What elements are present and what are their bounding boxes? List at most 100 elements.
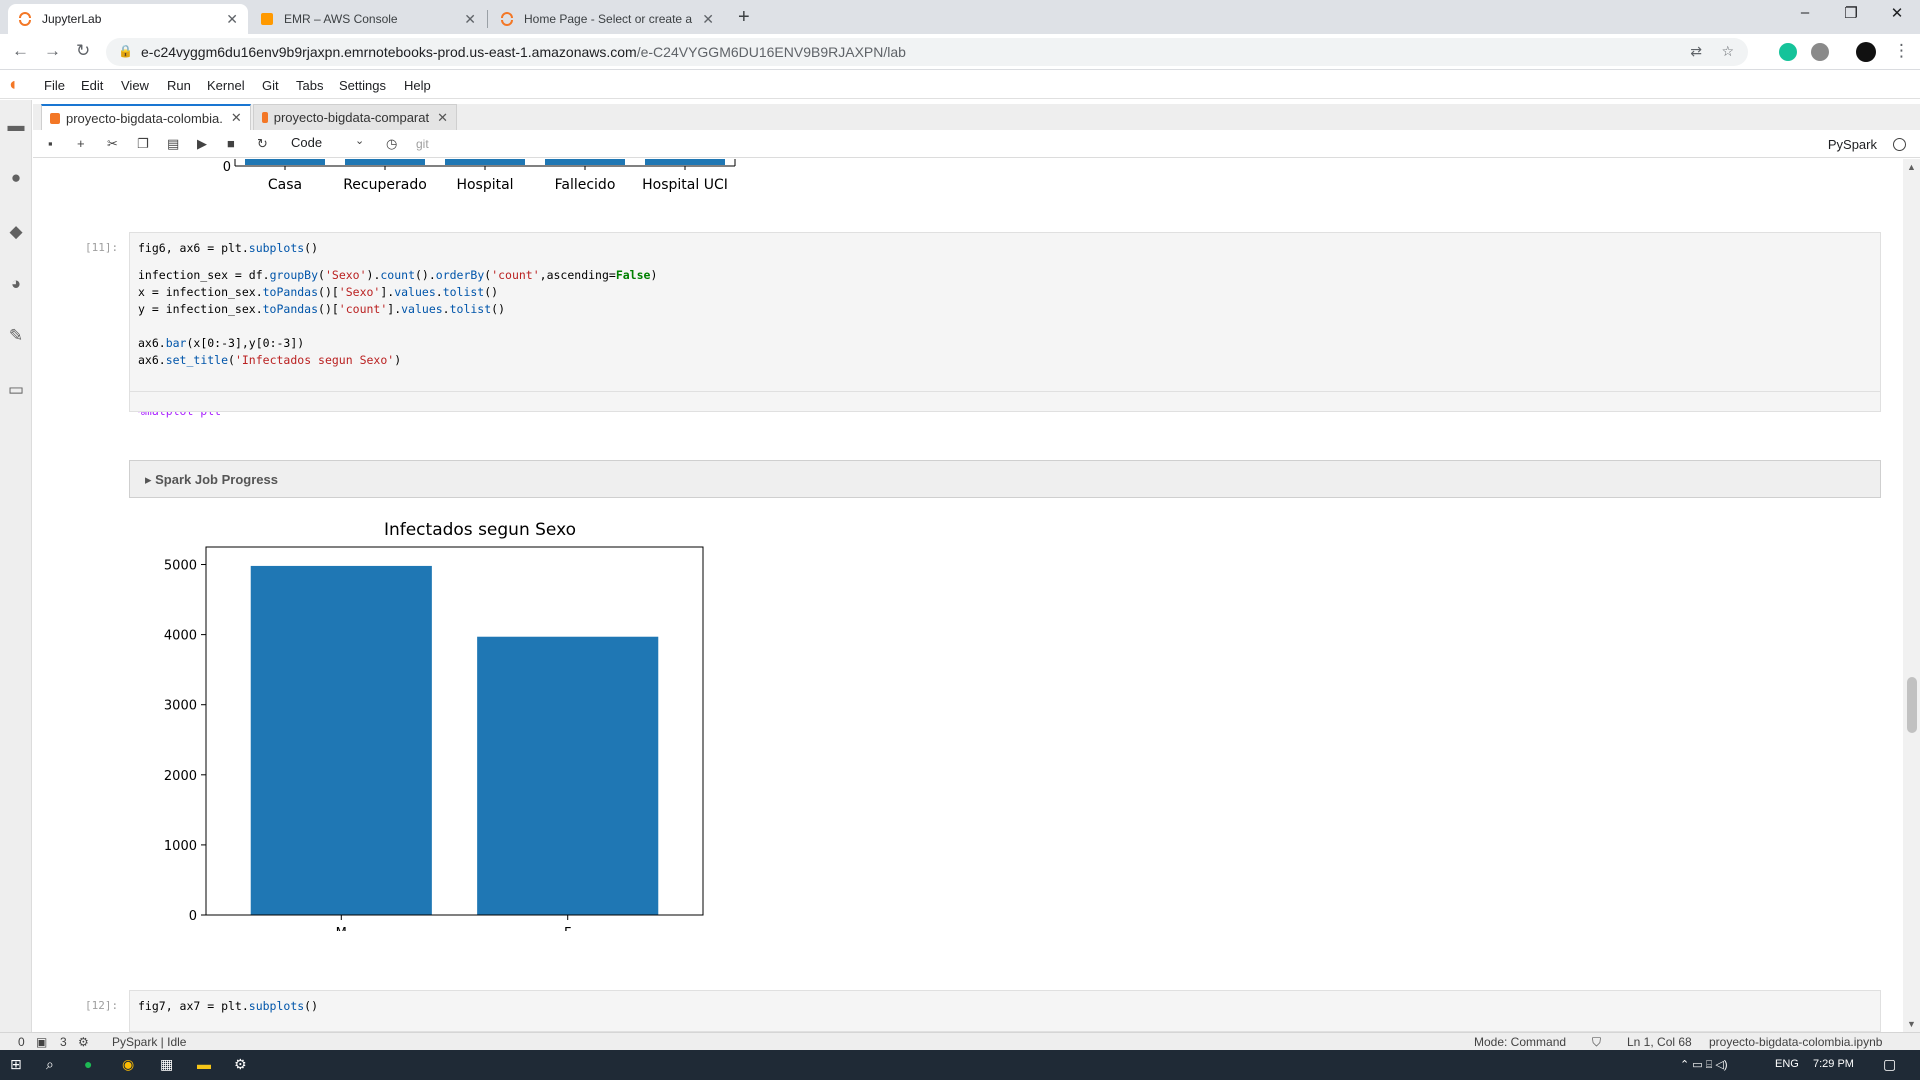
code-cell-11[interactable]: fig6, ax6 = plt.subplots() infection_sex… xyxy=(129,232,1881,418)
previous-chart: 0 Casa Recuperado Hospital Fallecido Hospita… xyxy=(223,159,736,193)
scroll-down-icon[interactable]: ▼ xyxy=(1907,1019,1916,1029)
windows-start-icon[interactable]: ⊞ xyxy=(10,1056,22,1073)
chart-title: Infectados segun Sexo xyxy=(384,520,576,540)
menu-edit[interactable]: Edit xyxy=(81,78,103,93)
kernel-status-text[interactable]: PySpark | Idle xyxy=(112,1035,186,1049)
reload-icon[interactable]: ↻ xyxy=(76,41,90,61)
extension-icon[interactable] xyxy=(1811,43,1829,61)
close-icon[interactable]: ✕ xyxy=(702,11,714,28)
close-window-button[interactable]: ✕ xyxy=(1874,4,1920,22)
url-text: e-c24vyggm6du16env9b9rjaxpn.emrnotebooks… xyxy=(141,44,906,60)
translate-icon[interactable]: ⇄ xyxy=(1690,43,1702,60)
language-indicator[interactable]: ENG xyxy=(1775,1058,1799,1070)
jupyter-favicon-icon xyxy=(19,12,31,26)
tabs-icon[interactable]: ▭ xyxy=(7,380,25,399)
close-icon[interactable]: ✕ xyxy=(464,11,476,28)
close-icon[interactable]: ✕ xyxy=(231,110,242,126)
browser-tab-home[interactable]: Home Page - Select or create a n ✕ xyxy=(490,4,724,34)
notebook-toolbar: ▪ + ✂ ❐ ▤ ▶ ■ ↻ Code ⌄ ◷ git PySpark xyxy=(33,130,1920,158)
browser-menu-icon[interactable]: ⋮ xyxy=(1893,41,1910,61)
scrollbar-thumb[interactable] xyxy=(1907,677,1917,733)
save-icon[interactable]: ▪ xyxy=(48,136,53,151)
browser-tab-emr[interactable]: EMR – AWS Console ✕ xyxy=(250,4,486,34)
browser-tab-title: Home Page - Select or create a n xyxy=(524,12,695,26)
scroll-up-icon[interactable]: ▲ xyxy=(1907,162,1916,172)
previous-chart-category-label: Casa xyxy=(268,177,302,193)
code-text: fig7, ax7 = plt.subplots() xyxy=(138,999,319,1013)
browser-tab-jupyterlab[interactable]: JupyterLab ✕ xyxy=(8,4,248,34)
chrome-icon[interactable]: ◉ xyxy=(122,1056,134,1073)
url-path: /e-C24VYGGM6DU16ENV9B9RJAXPN/lab xyxy=(636,44,906,60)
clock-icon[interactable]: ◷ xyxy=(386,136,397,152)
stop-icon[interactable]: ■ xyxy=(227,136,235,151)
grammarly-extension-icon[interactable] xyxy=(1779,43,1797,61)
gear-icon[interactable]: ⚙ xyxy=(78,1035,89,1049)
y-tick-label: 2000 xyxy=(164,769,197,784)
spark-job-progress-label[interactable]: ▸ Spark Job Progress xyxy=(145,472,278,488)
terminal-count[interactable]: 3 xyxy=(60,1035,67,1049)
code-cell-11-tail[interactable] xyxy=(129,392,1881,412)
cut-icon[interactable]: ✂ xyxy=(107,136,118,152)
code-cell-12[interactable]: fig7, ax7 = plt.subplots() xyxy=(129,990,1881,1032)
new-tab-button[interactable]: + xyxy=(738,6,750,29)
previous-chart-category-label: Hospital xyxy=(456,177,513,193)
code-text: x = infection_sex.toPandas()['Sexo'].val… xyxy=(138,285,499,299)
profile-avatar[interactable] xyxy=(1856,42,1876,62)
folder-icon[interactable]: ▬ xyxy=(7,116,25,135)
cell-type-select[interactable]: Code xyxy=(291,135,322,150)
run-icon[interactable]: ▶ xyxy=(197,136,207,152)
calculator-icon[interactable]: ▦ xyxy=(160,1056,173,1073)
add-cell-icon[interactable]: + xyxy=(77,136,85,151)
previous-chart-category-label: Recuperado xyxy=(343,177,427,193)
git-label[interactable]: git xyxy=(416,137,429,151)
spark-job-progress[interactable]: ▸ Spark Job Progress xyxy=(129,460,1881,498)
close-icon[interactable]: ✕ xyxy=(437,110,448,126)
menu-view[interactable]: View xyxy=(121,78,149,93)
forward-arrow-icon[interactable]: → xyxy=(44,41,61,61)
wrench-icon[interactable]: ✎ xyxy=(7,326,25,345)
system-tray-icons[interactable]: ⌃ ▭ ⌸ ◁) xyxy=(1680,1058,1728,1072)
menu-file[interactable]: File xyxy=(44,78,65,93)
clock[interactable]: 7:29 PM xyxy=(1813,1058,1854,1070)
os-taskbar: ⊞ ⌕ ● ◉ ▦ ▬ ⚙ ⌃ ▭ ⌸ ◁) ENG 7:29 PM ▢ xyxy=(0,1050,1920,1080)
menu-git[interactable]: Git xyxy=(262,78,279,93)
menu-settings[interactable]: Settings xyxy=(339,78,386,93)
menu-tabs[interactable]: Tabs xyxy=(296,78,323,93)
menu-run[interactable]: Run xyxy=(167,78,191,93)
restore-button[interactable]: ❐ xyxy=(1828,4,1874,22)
app-icon[interactable]: ⚙ xyxy=(234,1056,247,1073)
bookmark-star-icon[interactable]: ☆ xyxy=(1721,43,1734,60)
vertical-scrollbar[interactable]: ▲ ▼ xyxy=(1903,159,1920,1032)
file-explorer-icon[interactable]: ▬ xyxy=(197,1056,211,1072)
paste-icon[interactable]: ▤ xyxy=(167,136,179,152)
notifications-icon[interactable]: ▢ xyxy=(1883,1056,1896,1073)
menu-kernel[interactable]: Kernel xyxy=(207,78,245,93)
spotify-icon[interactable]: ● xyxy=(84,1056,92,1072)
tab-proyecto-bigdata-comparat[interactable]: proyecto-bigdata-comparat ✕ xyxy=(253,104,457,130)
code-text: ax6.set_title('Infectados segun Sexo') xyxy=(138,353,402,367)
kernel-name[interactable]: PySpark xyxy=(1828,137,1877,152)
notebook-content[interactable]: 0 Casa Recuperado Hospital Fallecido Hospita… xyxy=(33,159,1903,1032)
doc-tab-title: proyecto-bigdata-comparat xyxy=(273,110,430,125)
previous-chart-zero-label: 0 xyxy=(223,160,231,175)
restart-icon[interactable]: ↻ xyxy=(257,136,268,152)
minimize-button[interactable]: – xyxy=(1782,4,1828,21)
tab-proyecto-bigdata-colombia[interactable]: proyecto-bigdata-colombia. ✕ xyxy=(41,104,251,130)
running-sessions-icon[interactable]: ● xyxy=(7,168,25,187)
x-tick-label: F xyxy=(564,926,571,931)
status-count[interactable]: 0 xyxy=(18,1035,25,1049)
address-bar[interactable]: 🔒 e-c24vyggm6du16env9b9rjaxpn.emrnoteboo… xyxy=(106,38,1748,66)
copy-icon[interactable]: ❐ xyxy=(137,136,149,152)
lock-icon: 🔒 xyxy=(118,44,133,58)
back-arrow-icon[interactable]: ← xyxy=(12,41,29,61)
cursor-position[interactable]: Ln 1, Col 68 xyxy=(1627,1035,1692,1049)
chevron-down-icon[interactable]: ⌄ xyxy=(355,134,364,147)
palette-icon[interactable]: ◕ xyxy=(7,274,25,293)
close-icon[interactable]: ✕ xyxy=(226,11,238,28)
jupyter-favicon-icon xyxy=(501,12,513,26)
code-line: x = infection_sex.toPandas()['Sexo'].val… xyxy=(138,285,498,299)
menu-help[interactable]: Help xyxy=(404,78,431,93)
git-icon[interactable]: ◆ xyxy=(7,222,25,241)
previous-chart-bar xyxy=(345,159,425,165)
search-icon[interactable]: ⌕ xyxy=(46,1056,54,1073)
